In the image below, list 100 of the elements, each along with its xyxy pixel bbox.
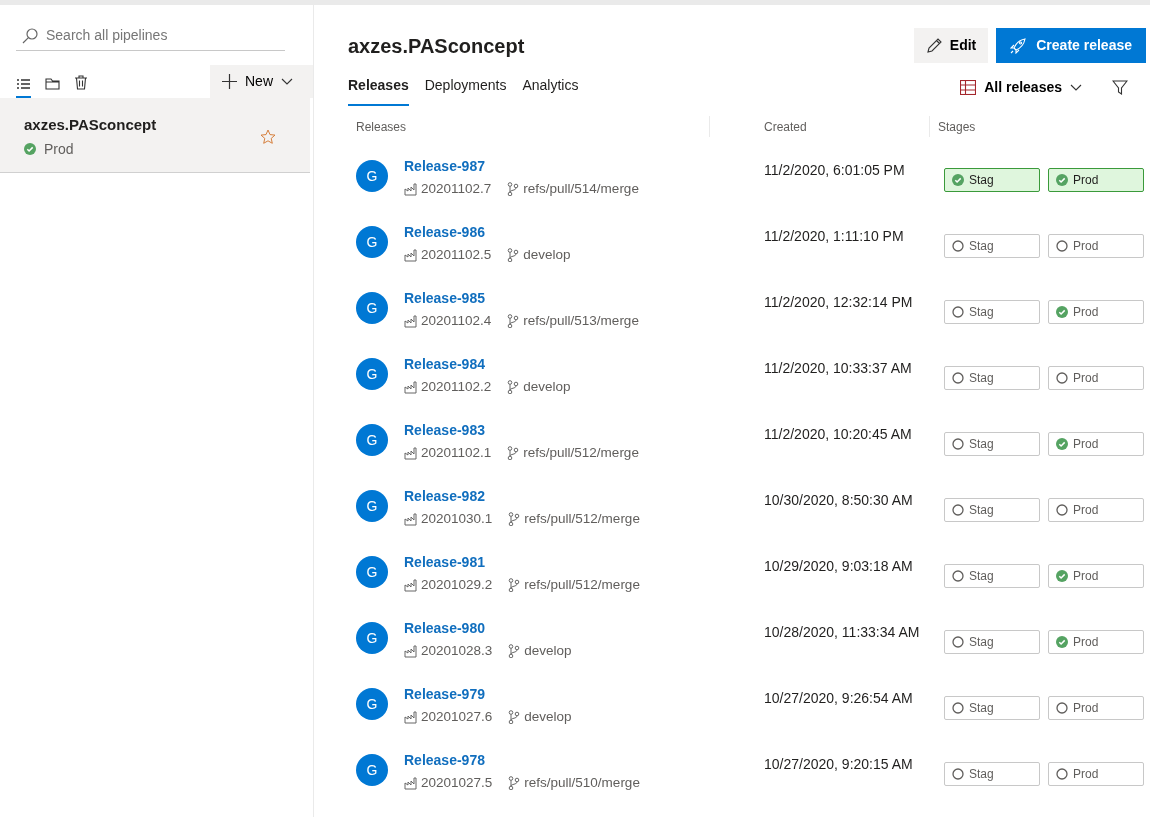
empty-circle-icon xyxy=(1056,768,1068,780)
stage-badge[interactable]: Stag xyxy=(944,630,1040,654)
stage-badge[interactable]: Prod xyxy=(1048,366,1144,390)
pipeline-title: axzes.PASconcept xyxy=(348,33,525,58)
filter-button[interactable] xyxy=(1112,80,1128,95)
branch-icon xyxy=(508,644,521,659)
avatar: G xyxy=(356,292,388,324)
stage-badge[interactable]: Stag xyxy=(944,498,1040,522)
tab[interactable]: Analytics xyxy=(522,75,579,106)
created-date: 11/2/2020, 6:01:05 PM xyxy=(764,162,905,178)
branch-icon xyxy=(507,380,520,395)
release-link[interactable]: Release-983 xyxy=(404,422,485,438)
build-number: 20201102.1 xyxy=(421,444,492,462)
branch-name: refs/pull/510/merge xyxy=(524,774,640,792)
star-icon xyxy=(260,128,276,145)
empty-circle-icon xyxy=(952,372,964,384)
column-header: Releases xyxy=(356,120,407,134)
branch-icon xyxy=(508,776,521,791)
success-check-icon xyxy=(1056,636,1068,648)
empty-circle-icon xyxy=(1056,702,1068,714)
build-number: 20201102.2 xyxy=(421,378,492,396)
empty-circle-icon xyxy=(952,504,964,516)
branch-icon xyxy=(508,512,521,527)
branch-name: refs/pull/513/merge xyxy=(523,312,639,330)
pipeline-item[interactable]: axzes.PASconcept Prod xyxy=(0,98,310,173)
stage-badge[interactable]: Stag xyxy=(944,762,1040,786)
avatar: G xyxy=(356,490,388,522)
stage-badge[interactable]: Stag xyxy=(944,366,1040,390)
create-release-button[interactable]: Create release xyxy=(996,28,1146,63)
stage-badge[interactable]: Prod xyxy=(1048,432,1144,456)
empty-circle-icon xyxy=(952,768,964,780)
empty-circle-icon xyxy=(1056,504,1068,516)
factory-icon xyxy=(404,380,417,394)
success-check-icon xyxy=(952,174,964,186)
branch-name: develop xyxy=(524,708,572,726)
success-check-icon xyxy=(24,143,36,155)
branch-icon xyxy=(507,182,520,197)
branch-name: refs/pull/512/merge xyxy=(523,444,639,462)
build-number: 20201027.5 xyxy=(421,774,493,792)
created-date: 11/2/2020, 10:33:37 AM xyxy=(764,360,912,376)
stage-badge[interactable]: Stag xyxy=(944,234,1040,258)
success-check-icon xyxy=(1056,438,1068,450)
tab[interactable]: Deployments xyxy=(424,75,507,106)
branch-icon xyxy=(507,446,520,461)
filter-icon xyxy=(1112,80,1128,95)
created-date: 10/28/2020, 11:33:34 AM xyxy=(764,624,920,640)
branch-name: develop xyxy=(523,378,571,396)
stage-badge[interactable]: Prod xyxy=(1048,300,1144,324)
branch-icon xyxy=(507,314,520,329)
release-link[interactable]: Release-981 xyxy=(404,554,485,570)
avatar: G xyxy=(356,358,388,390)
factory-icon xyxy=(404,644,417,658)
factory-icon xyxy=(404,446,417,460)
stage-badge[interactable]: Stag xyxy=(944,696,1040,720)
empty-circle-icon xyxy=(1056,372,1068,384)
stage-badge[interactable]: Prod xyxy=(1048,234,1144,258)
avatar: G xyxy=(356,160,388,192)
branch-icon xyxy=(507,248,520,263)
release-link[interactable]: Release-984 xyxy=(404,356,485,372)
empty-circle-icon xyxy=(952,438,964,450)
stage-badge[interactable]: Prod xyxy=(1048,498,1144,522)
release-link[interactable]: Release-980 xyxy=(404,620,485,636)
stage-badge[interactable]: Prod xyxy=(1048,696,1144,720)
avatar: G xyxy=(356,556,388,588)
created-date: 10/27/2020, 9:26:54 AM xyxy=(764,690,913,706)
stage-badge[interactable]: Stag xyxy=(944,564,1040,588)
factory-icon xyxy=(404,314,417,328)
avatar: G xyxy=(356,226,388,258)
release-link[interactable]: Release-987 xyxy=(404,158,485,174)
new-button[interactable]: New xyxy=(210,65,313,98)
search-icon xyxy=(22,27,38,44)
stage-badge[interactable]: Stag xyxy=(944,300,1040,324)
stage-badge[interactable]: Prod xyxy=(1048,564,1144,588)
build-number: 20201027.6 xyxy=(421,708,493,726)
stage-badge[interactable]: Stag xyxy=(944,168,1040,192)
created-date: 10/29/2020, 9:03:18 AM xyxy=(764,558,913,574)
created-date: 11/2/2020, 10:20:45 AM xyxy=(764,426,912,442)
rocket-icon xyxy=(1010,37,1027,54)
tab[interactable]: Releases xyxy=(348,75,409,106)
release-link[interactable]: Release-982 xyxy=(404,488,485,504)
stage-badge[interactable]: Stag xyxy=(944,432,1040,456)
pipeline-status: Prod xyxy=(44,139,74,159)
empty-circle-icon xyxy=(1056,240,1068,252)
empty-circle-icon xyxy=(952,702,964,714)
branch-icon xyxy=(508,578,521,593)
chevron-down-icon xyxy=(1070,84,1082,91)
factory-icon xyxy=(404,512,417,526)
column-header: Stages xyxy=(938,120,976,134)
stage-badge[interactable]: Prod xyxy=(1048,762,1144,786)
edit-button[interactable]: Edit xyxy=(913,28,989,63)
release-link[interactable]: Release-979 xyxy=(404,686,485,702)
stage-badge[interactable]: Prod xyxy=(1048,630,1144,654)
stage-badge[interactable]: Prod xyxy=(1048,168,1144,192)
branch-name: refs/pull/512/merge xyxy=(524,576,640,594)
factory-icon xyxy=(404,578,417,592)
view-filter-dropdown[interactable]: All releases xyxy=(960,77,1082,98)
list-icon xyxy=(16,78,31,90)
release-link[interactable]: Release-986 xyxy=(404,224,485,240)
release-link[interactable]: Release-985 xyxy=(404,290,485,306)
release-link[interactable]: Release-978 xyxy=(404,752,485,768)
